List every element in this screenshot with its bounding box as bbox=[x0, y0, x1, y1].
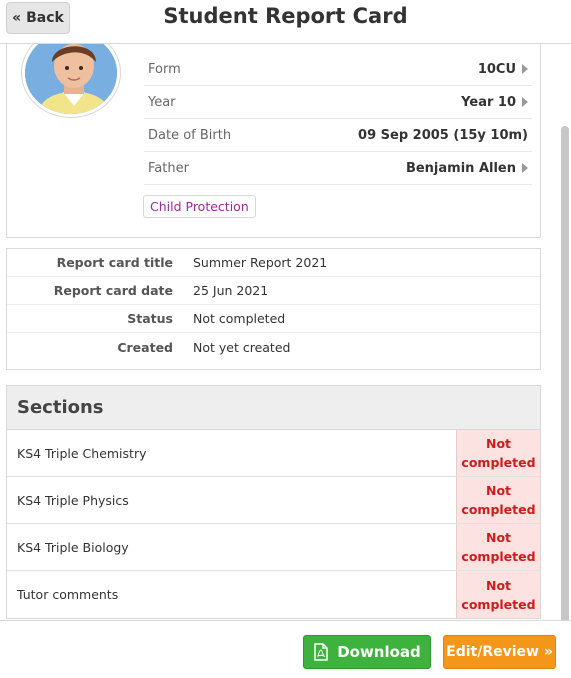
student-avatar bbox=[22, 44, 120, 117]
detail-value: 25 Jun 2021 bbox=[193, 283, 269, 298]
status-text: Not completed bbox=[461, 577, 536, 612]
section-name: Tutor comments bbox=[17, 587, 119, 602]
section-name: KS4 Triple Physics bbox=[17, 492, 129, 508]
section-name: KS4 Triple Biology bbox=[17, 539, 129, 555]
download-label: Download bbox=[337, 643, 421, 661]
page-title: Student Report Card bbox=[163, 4, 408, 28]
section-row-physics[interactable]: KS4 Triple Physics Not completed bbox=[7, 477, 540, 524]
info-row-year[interactable]: Year Year 10 bbox=[144, 86, 532, 119]
section-status: Not completed bbox=[456, 571, 540, 618]
footer-bar: Download Edit/Review » bbox=[0, 620, 571, 678]
scrollbar[interactable] bbox=[561, 126, 569, 620]
detail-row: Report card date 25 Jun 2021 bbox=[7, 277, 540, 305]
section-row-tutor[interactable]: Tutor comments Not completed bbox=[7, 571, 540, 618]
detail-row: Status Not completed bbox=[7, 305, 540, 333]
detail-row: Report card title Summer Report 2021 bbox=[7, 249, 540, 277]
detail-value: Not yet created bbox=[193, 339, 291, 355]
sections-heading: Sections bbox=[7, 386, 540, 430]
section-name: KS4 Triple Chemistry bbox=[17, 445, 147, 461]
section-status: Not completed bbox=[456, 430, 540, 476]
student-card: Form 10CU Year Year 10 Date of Birth 09 … bbox=[6, 44, 541, 238]
child-protection-badge[interactable]: Child Protection bbox=[143, 195, 256, 218]
sections-panel: Sections KS4 Triple Chemistry Not comple… bbox=[6, 385, 541, 619]
info-value: 09 Sep 2005 (15y 10m) bbox=[358, 127, 528, 143]
section-status: Not completed bbox=[456, 524, 540, 570]
section-status: Not completed bbox=[456, 477, 540, 523]
info-label: Year bbox=[148, 94, 176, 110]
section-row-chemistry[interactable]: KS4 Triple Chemistry Not completed bbox=[7, 430, 540, 477]
info-row-dob: Date of Birth 09 Sep 2005 (15y 10m) bbox=[144, 119, 532, 152]
info-value-wrap: 10CU bbox=[478, 62, 528, 77]
section-row-biology[interactable]: KS4 Triple Biology Not completed bbox=[7, 524, 540, 571]
detail-value: Not completed bbox=[193, 311, 286, 326]
edit-review-button[interactable]: Edit/Review » bbox=[443, 635, 556, 669]
info-row-form[interactable]: Form 10CU bbox=[144, 53, 532, 86]
top-bar: « Back Student Report Card bbox=[0, 0, 571, 44]
info-label: Date of Birth bbox=[148, 127, 232, 143]
info-value: Year 10 bbox=[461, 94, 516, 110]
detail-label: Created bbox=[117, 339, 173, 355]
info-value-wrap: 09 Sep 2005 (15y 10m) bbox=[358, 128, 528, 143]
download-button[interactable]: Download bbox=[303, 635, 431, 669]
chevron-right-icon bbox=[522, 97, 528, 107]
chevron-right-icon bbox=[522, 163, 528, 173]
info-value-wrap: Year 10 bbox=[461, 95, 528, 110]
status-text: Not completed bbox=[461, 436, 536, 470]
info-value: Benjamin Allen bbox=[405, 160, 516, 176]
detail-value: Summer Report 2021 bbox=[193, 255, 328, 270]
student-info: Form 10CU Year Year 10 Date of Birth 09 … bbox=[144, 53, 532, 185]
back-button[interactable]: « Back bbox=[6, 2, 70, 34]
chevron-right-icon bbox=[522, 64, 528, 74]
info-value-wrap: Benjamin Allen bbox=[406, 161, 528, 176]
detail-label: Report card date bbox=[53, 283, 173, 298]
detail-row: Created Not yet created bbox=[7, 333, 540, 361]
info-label: Father bbox=[148, 160, 189, 176]
info-label: Form bbox=[148, 61, 181, 77]
detail-label: Status bbox=[127, 311, 173, 326]
status-text: Not completed bbox=[461, 483, 536, 517]
report-details: Report card title Summer Report 2021 Rep… bbox=[6, 248, 541, 370]
pdf-icon bbox=[314, 643, 328, 661]
student-photo-icon bbox=[25, 44, 117, 114]
status-text: Not completed bbox=[461, 530, 536, 564]
scroll-content[interactable]: Form 10CU Year Year 10 Date of Birth 09 … bbox=[0, 44, 571, 620]
info-value: 10CU bbox=[477, 61, 516, 77]
info-row-father[interactable]: Father Benjamin Allen bbox=[144, 152, 532, 185]
detail-label: Report card title bbox=[56, 255, 173, 270]
